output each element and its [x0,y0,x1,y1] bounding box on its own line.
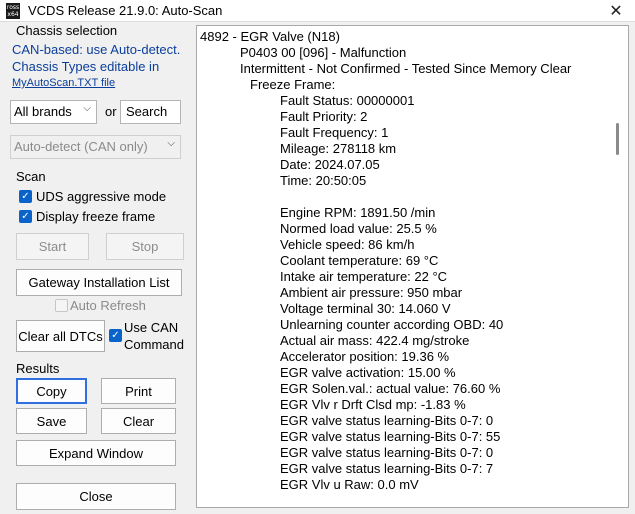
uds-aggressive-checkbox[interactable]: ✓ [19,190,32,203]
window-close-icon[interactable]: ✕ [603,0,629,22]
search-input[interactable]: Search [120,100,181,124]
output-line: Time: 20:50:05 [280,173,367,188]
output-line: EGR valve status learning-Bits 0-7: 0 [280,445,494,460]
output-line: Unlearning counter according OBD: 40 [280,317,504,332]
use-can-label-line1: Use CAN [124,320,179,335]
scrollbar-thumb[interactable] [616,123,619,155]
output-line: Intake air temperature: 22 °C [280,269,448,284]
output-line: Fault Frequency: 1 [280,125,389,140]
start-button[interactable]: Start [16,233,89,260]
use-can-label-line2: Command [124,337,184,352]
output-line: Accelerator position: 19.36 % [280,349,450,364]
output-line: Intermittent - Not Confirmed - Tested Si… [240,61,572,76]
output-line: Actual air mass: 422.4 mg/stroke [280,333,470,348]
output-line: Engine RPM: 1891.50 /min [280,205,436,220]
output-line: Vehicle speed: 86 km/h [280,237,415,252]
search-input-text: Search [126,104,168,119]
window-title: VCDS Release 21.9.0: Auto-Scan [28,3,223,18]
auto-detect-dropdown[interactable]: Auto-detect (CAN only) ⌵ [10,135,181,159]
output-line: EGR valve status learning-Bits 0-7: 7 [280,461,494,476]
output-line: Fault Status: 00000001 [280,93,415,108]
vcds-app-icon: ross x64 [6,3,20,19]
expand-window-button[interactable]: Expand Window [16,440,176,466]
display-freeze-frame-label: Display freeze frame [36,209,156,224]
output-line: Ambient air pressure: 950 mbar [280,285,463,300]
output-line: EGR valve status learning-Bits 0-7: 0 [280,413,494,428]
chassis-heading: Chassis selection [16,23,118,38]
chevron-down-icon: ⌵ [83,103,91,114]
save-button[interactable]: Save [16,408,87,434]
output-line: Coolant temperature: 69 °C [280,253,439,268]
auto-refresh-label: Auto Refresh [70,298,146,313]
stop-button[interactable]: Stop [106,233,184,260]
clear-all-dtcs-button[interactable]: Clear all DTCs [16,320,105,352]
output-line: EGR Vlv u Raw: 0.0 mV [280,477,419,492]
print-button[interactable]: Print [101,378,176,404]
brand-dropdown-value: All brands [14,104,72,119]
output-line: EGR Solen.val.: actual value: 76.60 % [280,381,501,396]
display-freeze-frame-checkbox[interactable]: ✓ [19,210,32,223]
clear-button[interactable]: Clear [101,408,176,434]
uds-aggressive-label: UDS aggressive mode [36,189,167,204]
auto-refresh-checkbox[interactable] [55,299,68,312]
chassis-info-line2: Chassis Types editable in [12,59,160,74]
output-line: EGR valve status learning-Bits 0-7: 55 [280,429,501,444]
chassis-info-line1: CAN-based: use Auto-detect. [12,42,181,57]
use-can-command-checkbox[interactable]: ✓ [109,329,122,342]
gateway-installation-list-button[interactable]: Gateway Installation List [16,269,182,296]
myautoscan-file-link[interactable]: MyAutoScan.TXT file [12,77,115,89]
output-line: EGR valve activation: 15.00 % [280,365,456,380]
results-heading: Results [16,361,60,376]
output-line: EGR Vlv r Drft Clsd mp: -1.83 % [280,397,466,412]
output-line: Normed load value: 25.5 % [280,221,437,236]
close-button[interactable]: Close [16,483,176,510]
auto-detect-value: Auto-detect (CAN only) [14,139,148,154]
output-line: 4892 - EGR Valve (N18) [200,29,340,44]
title-bar: ross x64 VCDS Release 21.9.0: Auto-Scan ✕ [0,0,635,22]
copy-button[interactable]: Copy [16,378,87,404]
output-line: Fault Priority: 2 [280,109,368,124]
or-label: or [105,104,117,119]
brand-dropdown[interactable]: All brands ⌵ [10,100,97,124]
output-line: Date: 2024.07.05 [280,157,380,172]
output-line: Freeze Frame: [250,77,336,92]
output-line: P0403 00 [096] - Malfunction [240,45,407,60]
chevron-down-icon: ⌵ [167,138,175,149]
scan-output-panel[interactable]: 4892 - EGR Valve (N18) P0403 00 [096] - … [196,25,629,508]
scan-heading: Scan [16,169,46,184]
output-line: Voltage terminal 30: 14.060 V [280,301,451,316]
output-line: Mileage: 278118 km [280,141,397,156]
